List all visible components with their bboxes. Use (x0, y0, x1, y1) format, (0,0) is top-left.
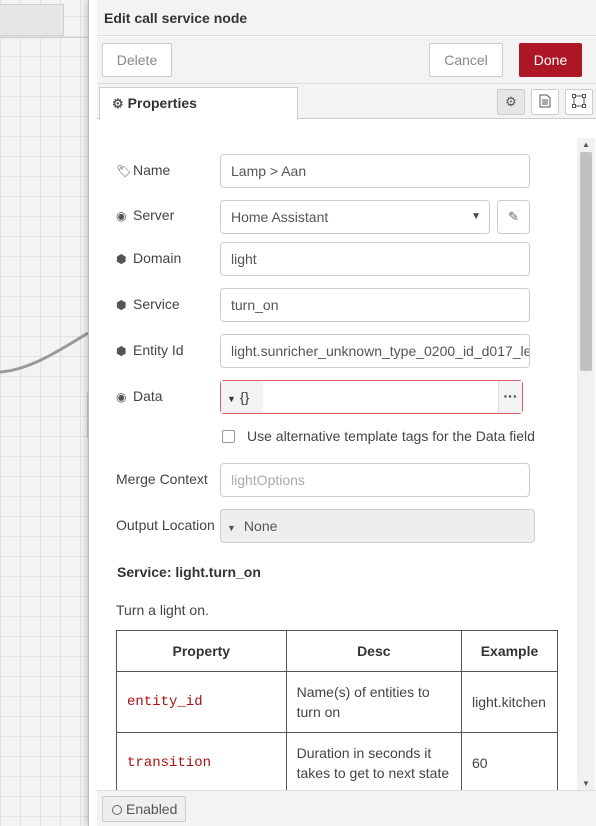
delete-button[interactable]: Delete (102, 43, 172, 77)
gear-icon: ⚙ (112, 96, 124, 111)
table-header-row: Property Desc Example (116, 630, 558, 672)
table-cell: Name(s) of entities to turn on (285, 671, 463, 733)
server-label: ◉ Server (116, 207, 175, 223)
enabled-toggle[interactable]: Enabled (102, 796, 186, 822)
dot-circle-icon: ◉ (116, 209, 127, 223)
server-select[interactable]: Home Assistant ▼ (220, 200, 490, 234)
flow-workspace[interactable] (0, 0, 88, 826)
done-button[interactable]: Done (519, 43, 582, 77)
tray-title: Edit call service node (104, 10, 248, 26)
cancel-button[interactable]: Cancel (429, 43, 503, 77)
alt-template-label: Use alternative template tags for the Da… (247, 428, 535, 444)
entity-id-input[interactable]: light.sunricher_unknown_type_0200_id_d01… (220, 334, 530, 368)
merge-context-input[interactable]: lightOptions (220, 463, 530, 497)
table-cell: entity_id (116, 671, 287, 733)
tray-header: Edit call service node (97, 0, 596, 36)
entity-id-label: ⬢ Entity Id (116, 342, 184, 358)
service-info-title: Service: light.turn_on (117, 564, 261, 580)
caret-down-icon: ▼ (227, 523, 236, 533)
name-label: 🏷 Name (116, 162, 171, 178)
circle-icon (112, 805, 122, 815)
caret-down-icon: ▼ (227, 394, 236, 404)
table-row: entity_id Name(s) of entities to turn on… (116, 671, 558, 733)
name-input[interactable]: Lamp > Aan (220, 154, 530, 188)
dot-circle-icon: ◉ (116, 390, 127, 404)
scrollbar-thumb[interactable] (580, 152, 592, 371)
data-type-selector[interactable]: ▼{} (221, 381, 263, 413)
domain-label: ⬢ Domain (116, 250, 182, 266)
tray-footer: Enabled (97, 790, 596, 826)
scroll-down-icon[interactable]: ▼ (582, 779, 590, 788)
domain-input[interactable]: light (220, 242, 530, 276)
settings-tab-gear-icon[interactable]: ⚙ (497, 89, 525, 115)
table-cell: 60 (461, 732, 558, 790)
server-select-value: Home Assistant (231, 209, 329, 225)
dropdown-caret-icon: ▼ (471, 211, 481, 222)
edit-tray: Edit call service node Delete Cancel Don… (88, 0, 596, 826)
cube-icon: ⬢ (116, 252, 127, 266)
cube-icon: ⬢ (116, 344, 127, 358)
cube-icon: ⬢ (116, 298, 127, 312)
tab-properties[interactable]: ⚙ Properties (99, 87, 298, 120)
tab-properties-label: Properties (127, 95, 197, 111)
tag-icon: 🏷 (116, 164, 132, 178)
data-label: ◉ Data (116, 388, 163, 404)
appearance-tab-icon[interactable] (565, 89, 593, 115)
data-typed-input[interactable]: ▼{} ··· (220, 380, 523, 414)
merge-context-label: Merge Context (116, 471, 208, 487)
table-cell: light.kitchen (461, 671, 558, 733)
description-tab-icon[interactable] (531, 89, 559, 115)
form-scrollbar[interactable]: ▲ ▼ (577, 138, 595, 790)
service-input[interactable]: turn_on (220, 288, 530, 322)
table-cell: Duration in seconds it takes to get to n… (285, 732, 463, 790)
expand-editor-button[interactable]: ··· (498, 381, 522, 413)
service-label: ⬢ Service (116, 296, 180, 312)
output-location-label: Output Location (116, 517, 215, 533)
table-header: Example (461, 630, 558, 672)
table-header: Desc (285, 630, 463, 672)
output-location-select[interactable]: ▼ None (220, 509, 535, 543)
pencil-icon: ✎ (508, 209, 519, 224)
tray-tabs: ⚙ Properties ⚙ (97, 84, 596, 120)
tray-toolbar: Delete Cancel Done (97, 37, 596, 84)
service-properties-table: Property Desc Example entity_id Name(s) … (116, 630, 558, 790)
node-wire (0, 331, 88, 374)
table-cell: transition (116, 732, 287, 790)
edit-server-button[interactable]: ✎ (497, 200, 530, 234)
service-info-description: Turn a light on. (116, 602, 209, 618)
properties-form: 🏷 Name Lamp > Aan ◉ Server Home Assistant … (97, 120, 596, 790)
alt-template-checkbox[interactable] (222, 430, 235, 443)
scroll-up-icon[interactable]: ▲ (582, 140, 590, 149)
table-header: Property (116, 630, 287, 672)
table-row: transition Duration in seconds it takes … (116, 732, 558, 790)
